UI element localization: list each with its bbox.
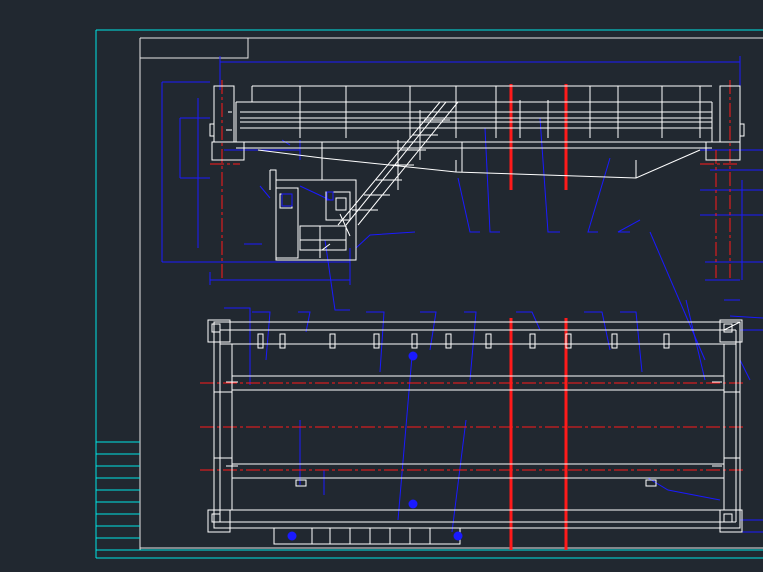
corner-bogie: [719, 319, 743, 343]
operator-cab: [269, 169, 357, 261]
corner-bogie: [207, 509, 231, 533]
rail-clip: [529, 333, 536, 349]
crane-frame-plan: [213, 321, 741, 545]
plan-corner-bogies: [207, 319, 743, 533]
rail-clip: [663, 333, 670, 349]
rail-clip: [373, 333, 380, 349]
rail-clip: [611, 333, 618, 349]
cad-drawing: [95, 29, 763, 559]
elevation-marker-boxes: [281, 191, 334, 207]
rail-clip: [411, 333, 418, 349]
drawing-frame: [95, 29, 763, 559]
plan-centerlines: [200, 382, 745, 471]
rail-clip: [485, 333, 492, 349]
plan-centerlines-solid: [509, 318, 568, 550]
cad-canvas[interactable]: [0, 0, 763, 572]
plan-view: [200, 299, 763, 550]
rail-clip: [445, 333, 452, 349]
corner-bogie-hub: [211, 323, 221, 333]
rail-clip: [279, 333, 286, 349]
corner-bogie: [207, 319, 231, 343]
plan-markers: [287, 351, 463, 541]
corner-bogie: [719, 509, 743, 533]
plan-dimensions: [224, 299, 763, 533]
rail-clip: [329, 333, 336, 349]
corner-bogie-hub: [723, 513, 733, 523]
title-block: [96, 441, 140, 551]
elevation-view: [161, 56, 763, 361]
rail-clip: [257, 333, 264, 349]
corner-bogie-hub: [211, 513, 221, 523]
bridge-girder: [209, 85, 745, 180]
